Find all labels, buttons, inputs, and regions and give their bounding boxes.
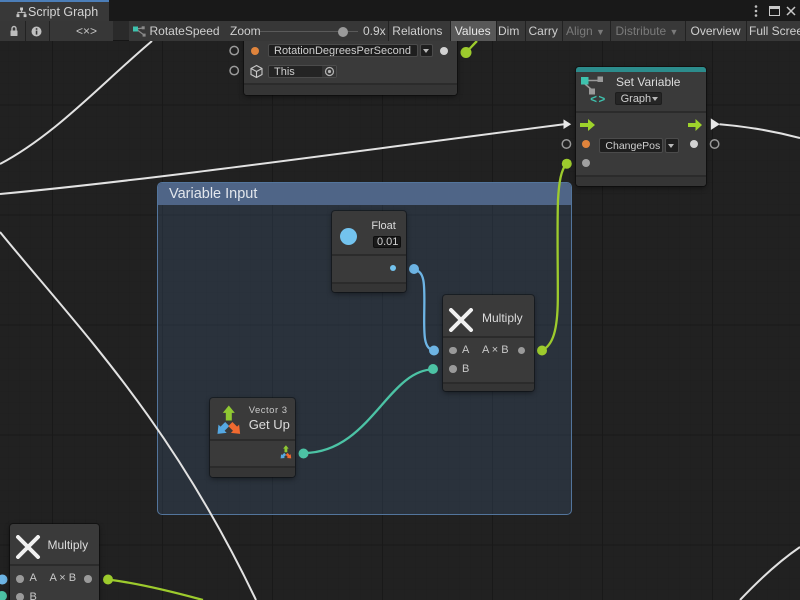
svg-text:<>: <> <box>590 94 606 105</box>
